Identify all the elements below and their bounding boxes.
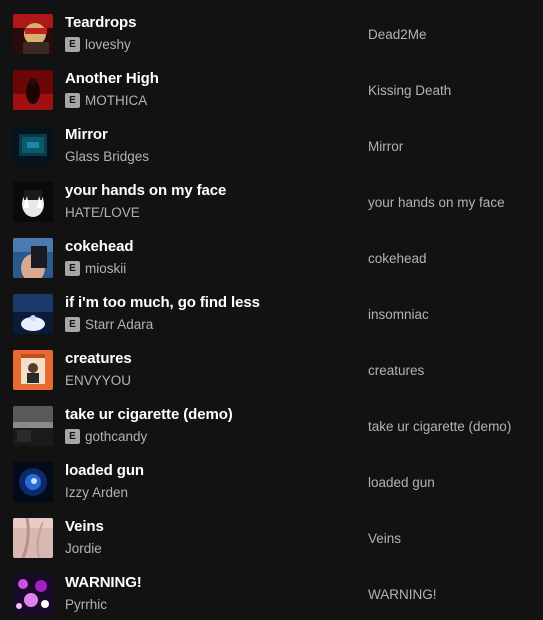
track-title[interactable]: Teardrops (65, 14, 136, 31)
track-subtitle: Izzy Arden (65, 484, 128, 500)
explicit-badge: E (65, 92, 80, 108)
track-artist[interactable]: Starr Adara (85, 317, 153, 332)
track-title[interactable]: Another High (65, 70, 159, 87)
track-artist[interactable]: Glass Bridges (65, 149, 149, 164)
track-album[interactable]: Dead2Me (368, 27, 427, 42)
explicit-badge: E (65, 260, 80, 276)
track-subtitle: Jordie (65, 540, 102, 556)
track-subtitle: E mioskii (65, 260, 126, 276)
track-list: Teardrops E loveshy Dead2Me Another High… (0, 0, 543, 620)
track-artist[interactable]: gothcandy (85, 429, 147, 444)
track-title[interactable]: loaded gun (65, 462, 144, 479)
track-artist[interactable]: Izzy Arden (65, 485, 128, 500)
teardrops-cover-icon[interactable] (13, 14, 53, 54)
track-album[interactable]: your hands on my face (368, 195, 505, 210)
explicit-badge: E (65, 316, 80, 332)
veins-cover-icon[interactable] (13, 518, 53, 558)
track-album[interactable]: Veins (368, 531, 401, 546)
track-subtitle: Pyrrhic (65, 596, 107, 612)
track-album[interactable]: creatures (368, 363, 424, 378)
track-row[interactable]: loaded gun Izzy Arden loaded gun (0, 458, 543, 514)
explicit-badge: E (65, 36, 80, 52)
track-artist[interactable]: ENVYYOU (65, 373, 131, 388)
track-title[interactable]: your hands on my face (65, 182, 226, 199)
track-row[interactable]: Veins Jordie Veins (0, 514, 543, 570)
track-title[interactable]: Mirror (65, 126, 108, 143)
hands-cover-icon[interactable] (13, 182, 53, 222)
track-album[interactable]: loaded gun (368, 475, 435, 490)
track-row[interactable]: your hands on my face HATE/LOVE your han… (0, 178, 543, 234)
track-title[interactable]: take ur cigarette (demo) (65, 406, 233, 423)
track-title[interactable]: Veins (65, 518, 104, 535)
track-row[interactable]: take ur cigarette (demo) E gothcandy tak… (0, 402, 543, 458)
track-row[interactable]: if i'm too much, go find less E Starr Ad… (0, 290, 543, 346)
track-subtitle: HATE/LOVE (65, 204, 140, 220)
track-row[interactable]: WARNING! Pyrrhic WARNING! (0, 570, 543, 620)
track-title[interactable]: cokehead (65, 238, 134, 255)
mirror-cover-icon[interactable] (13, 126, 53, 166)
cigarette-cover-icon[interactable] (13, 406, 53, 446)
track-subtitle: E gothcandy (65, 428, 147, 444)
loaded-gun-cover-icon[interactable] (13, 462, 53, 502)
track-artist[interactable]: loveshy (85, 37, 131, 52)
insomniac-cover-icon[interactable] (13, 294, 53, 334)
track-subtitle: ENVYYOU (65, 372, 131, 388)
track-album[interactable]: WARNING! (368, 587, 437, 602)
track-subtitle: Glass Bridges (65, 148, 149, 164)
track-subtitle: E MOTHICA (65, 92, 147, 108)
track-artist[interactable]: Jordie (65, 541, 102, 556)
track-artist[interactable]: mioskii (85, 261, 126, 276)
track-album[interactable]: insomniac (368, 307, 429, 322)
track-row[interactable]: creatures ENVYYOU creatures (0, 346, 543, 402)
explicit-badge: E (65, 428, 80, 444)
track-title[interactable]: if i'm too much, go find less (65, 294, 260, 311)
track-album[interactable]: take ur cigarette (demo) (368, 419, 511, 434)
track-title[interactable]: creatures (65, 350, 132, 367)
track-subtitle: E Starr Adara (65, 316, 153, 332)
track-artist[interactable]: Pyrrhic (65, 597, 107, 612)
track-row[interactable]: cokehead E mioskii cokehead (0, 234, 543, 290)
track-row[interactable]: Teardrops E loveshy Dead2Me (0, 10, 543, 66)
track-artist[interactable]: MOTHICA (85, 93, 147, 108)
warning-cover-icon[interactable] (13, 574, 53, 614)
track-album[interactable]: Mirror (368, 139, 403, 154)
track-album[interactable]: cokehead (368, 251, 427, 266)
track-album[interactable]: Kissing Death (368, 83, 451, 98)
track-subtitle: E loveshy (65, 36, 131, 52)
another-high-cover-icon[interactable] (13, 70, 53, 110)
track-title[interactable]: WARNING! (65, 574, 142, 591)
track-artist[interactable]: HATE/LOVE (65, 205, 140, 220)
cokehead-cover-icon[interactable] (13, 238, 53, 278)
track-row[interactable]: Another High E MOTHICA Kissing Death (0, 66, 543, 122)
track-row[interactable]: Mirror Glass Bridges Mirror (0, 122, 543, 178)
creatures-cover-icon[interactable] (13, 350, 53, 390)
